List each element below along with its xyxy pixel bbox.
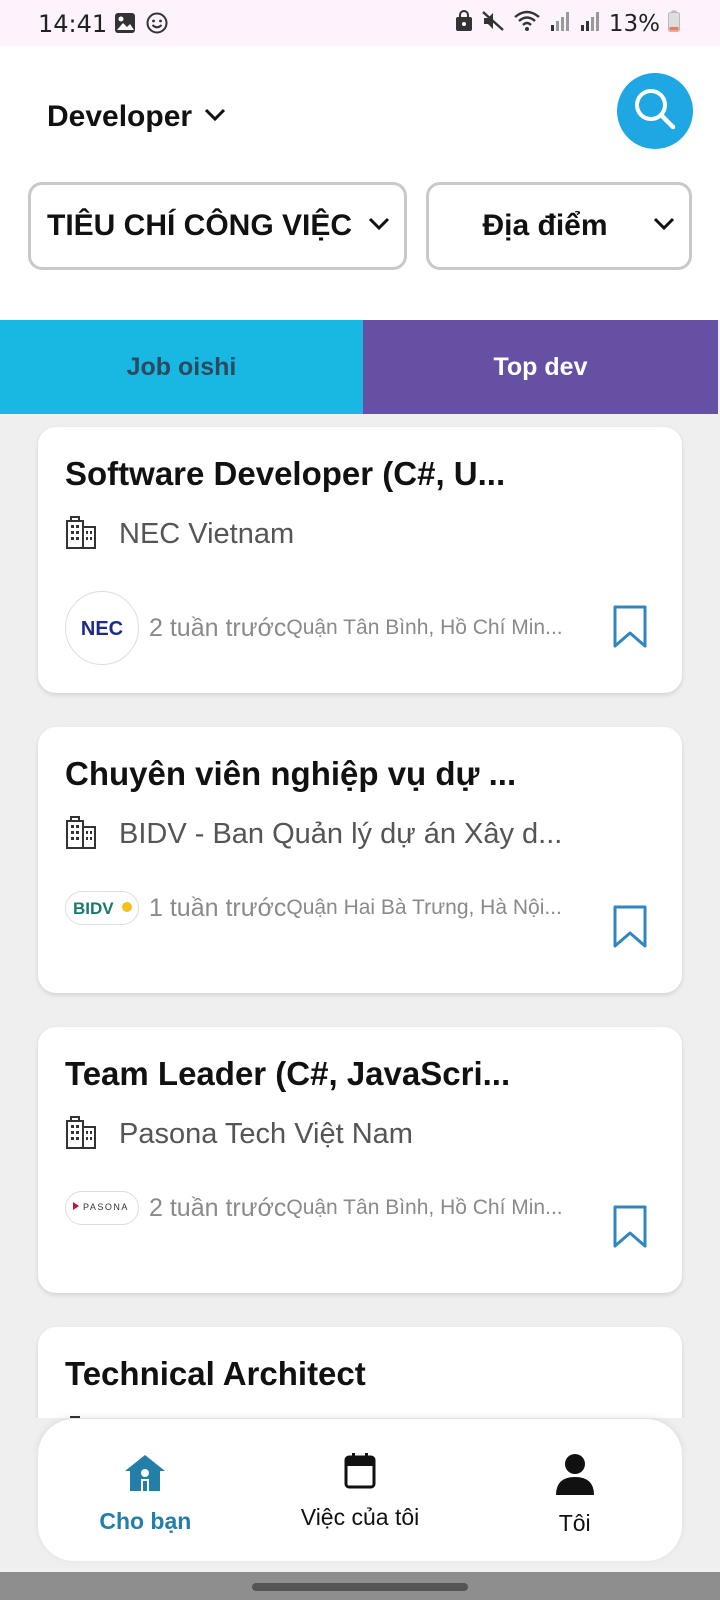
header: Developer TIÊU CHÍ CÔNG VIỆC Địa điểm [0,46,720,320]
job-card[interactable]: Software Developer (C#, U... NEC Vietnam… [38,427,682,693]
signal-icon [549,10,571,37]
logo-text: NEC [81,618,123,640]
search-icon [631,85,679,138]
calendar-icon [344,1453,376,1494]
job-card[interactable]: Team Leader (C#, JavaScri... Pasona Tech… [38,1027,682,1293]
status-bar: 14:41 13% [0,0,720,46]
lock-icon [455,10,473,37]
bookmark-icon[interactable] [612,605,648,654]
location-label: Địa điểm [482,209,608,242]
job-list: Software Developer (C#, U... NEC Vietnam… [0,414,720,1418]
nav-label: Việc của tôi [300,1504,420,1530]
image-icon [114,12,136,39]
company-name: Pasona Tech Việt Nam [119,1118,413,1150]
mute-icon [481,10,505,37]
emoji-icon [146,12,168,39]
building-icon [65,1415,97,1418]
bookmark-icon[interactable] [612,1205,648,1254]
tab-top-dev[interactable]: Top dev [363,320,718,414]
company-logo: PASONA [65,1191,139,1225]
logo-text: PASONA [83,1202,129,1212]
building-icon [65,1115,97,1154]
posted-time: 1 tuần trước [149,893,287,922]
gesture-bar [0,1572,720,1600]
job-location: Quận Tân Bình, Hồ Chí Min... [286,616,563,639]
job-title: Software Developer (C#, U... [65,455,506,492]
posted-time: 2 tuần trước [149,613,287,642]
nav-label: Tôi [558,1510,591,1536]
battery-percentage: 13% [608,10,660,37]
tab-job-oishi[interactable]: Job oishi [0,320,363,414]
nav-my-jobs[interactable]: Việc của tôi [253,1419,468,1561]
battery-icon [668,10,680,37]
company-name: NEC Vietnam [119,518,295,550]
job-card[interactable]: Technical Architect [38,1327,682,1418]
person-icon [555,1453,595,1500]
nav-me[interactable]: Tôi [467,1419,682,1561]
job-location: Quận Tân Bình, Hồ Chí Min... [286,1196,563,1219]
job-title: Technical Architect [65,1355,366,1392]
home-icon [123,1453,167,1498]
bottom-navigation: Cho bạn Việc của tôi Tôi [38,1419,682,1561]
home-gesture-handle[interactable] [252,1583,468,1591]
posted-time: 2 tuần trước [149,1193,287,1222]
building-icon [65,515,97,554]
criteria-dropdown[interactable]: TIÊU CHÍ CÔNG VIỆC [28,182,407,270]
nav-for-you[interactable]: Cho bạn [38,1419,253,1561]
wifi-icon [513,10,541,37]
job-location: Quận Hai Bà Trưng, Hà Nội... [286,896,562,919]
company-name: BIDV - Ban Quản lý dự án Xây d... [119,818,563,850]
job-title: Team Leader (C#, JavaScri... [65,1055,511,1092]
role-label: Developer [47,100,193,133]
location-dropdown[interactable]: Địa điểm [426,182,692,270]
chevron-down-icon [368,217,390,236]
role-dropdown[interactable]: Developer [47,100,226,134]
company-logo: NEC [65,591,139,665]
chevron-down-icon [204,108,226,127]
source-tabs: Job oishi Top dev [0,320,720,414]
signal-icon [579,10,601,37]
nav-label: Cho bạn [99,1508,192,1534]
search-button[interactable] [617,73,693,149]
status-time: 14:41 [38,10,108,38]
logo-text: BIDV [73,899,114,918]
job-card[interactable]: Chuyên viên nghiệp vụ dự ... BIDV - Ban … [38,727,682,993]
bookmark-icon[interactable] [612,905,648,954]
company-logo: BIDV [65,891,139,925]
criteria-label: TIÊU CHÍ CÔNG VIỆC [47,209,353,242]
chevron-down-icon [653,217,675,236]
building-icon [65,815,97,854]
job-title: Chuyên viên nghiệp vụ dự ... [65,755,517,792]
